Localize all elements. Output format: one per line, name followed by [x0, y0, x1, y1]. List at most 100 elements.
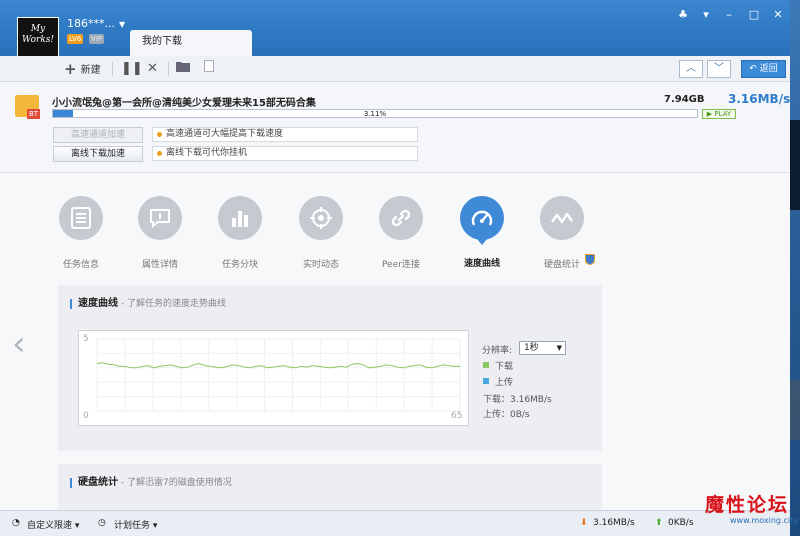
speed-chart: 5 0 65: [78, 330, 469, 426]
back-label: 返回: [759, 64, 778, 74]
tab-disk-stats[interactable]: 硬盘统计: [532, 196, 592, 270]
accel-tip: 高速通道可大幅提高下载速度: [152, 127, 418, 142]
divider: [112, 62, 113, 76]
plus-icon: +: [64, 60, 77, 78]
task-speed: 3.16MB/s: [728, 92, 791, 106]
tab-label: 属性详情: [141, 260, 178, 270]
progress-bar: 3.11%: [52, 109, 698, 118]
tab-my-downloads[interactable]: 我的下载: [130, 30, 252, 56]
progress-text: 3.11%: [363, 110, 387, 118]
username-menu[interactable]: 186***... ▼: [67, 17, 125, 30]
resolution-value: 1秒: [524, 343, 539, 353]
panel-title: 硬盘统计 - 了解迅雷7的磁盘使用情况: [70, 478, 232, 488]
download-legend: 下载: [495, 362, 514, 372]
xunlei-window: My Works! 186***... ▼ LV6 VIP 我的下载 ♣ ▾ – …: [0, 0, 790, 536]
vip-badge: VIP: [89, 34, 105, 44]
resolution-label: 分辨率:: [482, 346, 513, 356]
bt-badge: BT: [27, 109, 41, 119]
detail-content: ‹ 任务信息 属性详情 任务分块 实时动态 Peer连接 速度曲线 硬盘统计 速…: [0, 174, 790, 510]
upload-value: 上传：0B/s: [483, 410, 530, 420]
menu-icon[interactable]: ▾: [697, 8, 715, 21]
resolution-select[interactable]: 1秒 ▼: [519, 341, 566, 355]
tab-task-info[interactable]: 任务信息: [51, 196, 111, 270]
task-info: BT 小小流氓兔@第一会所@清纯美少女爱理未来15部无码合集 7.94GB 3.…: [0, 83, 790, 173]
avatar-text: My Works!: [21, 24, 55, 45]
upload-legend: 上传: [495, 378, 514, 388]
delete-button[interactable]: ✕: [147, 60, 158, 78]
x-axis-max: 65: [451, 411, 463, 421]
custom-limit-button[interactable]: 自定义限速 ▾: [27, 518, 79, 531]
play-icon: ▶: [706, 110, 713, 118]
folder-icon[interactable]: [176, 60, 190, 78]
back-icon: ↶: [749, 64, 760, 74]
clock-icon: ◷: [98, 518, 106, 528]
watermark-url: www.moxing.city: [730, 516, 799, 525]
status-up-speed: 0KB/s: [668, 518, 694, 528]
skin-icon[interactable]: ♣: [674, 8, 692, 21]
speed-curve-panel: 速度曲线 - 了解任务的速度走势曲线 5 0 65 分辨率: 1秒 ▼ 下载 上传…: [58, 285, 602, 451]
watermark-logo: 魔性论坛: [705, 494, 790, 516]
chevron-down-icon: ▼: [556, 344, 562, 352]
panel-subtitle: - 了解迅雷7的磁盘使用情况: [118, 478, 232, 488]
tab-blocks[interactable]: 任务分块: [210, 196, 270, 270]
minimize-icon[interactable]: –: [720, 8, 738, 21]
move-up-button[interactable]: ︿: [679, 60, 703, 78]
tab-label: 速度曲线: [463, 259, 500, 269]
offline-accel-button[interactable]: 离线下载加速: [53, 146, 143, 162]
desktop-shadow-2: [790, 380, 800, 440]
target-icon: [299, 196, 343, 240]
tab-peer[interactable]: Peer连接: [371, 196, 431, 270]
status-down-speed: 3.16MB/s: [593, 518, 635, 528]
pause-button[interactable]: ❚❚: [121, 60, 143, 78]
list-icon: [59, 196, 103, 240]
new-task-label: 新建: [80, 65, 101, 76]
tab-label: 任务分块: [221, 260, 258, 270]
active-pointer: [477, 239, 487, 245]
panel-subtitle: - 了解任务的速度走势曲线: [118, 299, 226, 309]
back-button[interactable]: ↶ 返回: [741, 60, 786, 78]
download-series-line: [96, 362, 460, 369]
avatar[interactable]: My Works!: [17, 17, 59, 59]
tab-label: 任务信息: [62, 260, 99, 270]
tab-label: 硬盘统计: [543, 260, 580, 270]
panel-title-text: 速度曲线: [78, 298, 118, 309]
download-arrow-icon: ⬇: [580, 518, 588, 528]
move-down-button[interactable]: ﹀: [707, 60, 731, 78]
maximize-icon[interactable]: □: [745, 8, 763, 21]
task-size: 7.94GB: [664, 94, 705, 105]
tab-realtime[interactable]: 实时动态: [291, 196, 351, 270]
tab-label: 实时动态: [302, 260, 339, 270]
plan-task-button[interactable]: 计划任务 ▾: [114, 518, 157, 531]
toolbar: + 新建 ❚❚ ✕ ︿ ﹀ ↶ 返回: [0, 56, 790, 82]
tab-speed-curve[interactable]: 速度曲线: [452, 196, 512, 269]
download-legend-swatch: [483, 362, 489, 368]
panel-title-text: 硬盘统计: [78, 477, 118, 488]
upload-legend-swatch: [483, 378, 489, 384]
panel-title: 速度曲线 - 了解任务的速度走势曲线: [70, 299, 226, 309]
new-task-button[interactable]: + 新建: [64, 60, 101, 78]
speedometer-icon: [460, 196, 504, 240]
chevron-down-icon: ▼: [119, 20, 126, 29]
play-button[interactable]: ▶ PLAY: [702, 109, 736, 119]
offline-tip: 离线下载可代你挂机: [152, 146, 418, 161]
status-bar: ◔ 自定义限速 ▾ ◷ 计划任务 ▾ ⬇ 3.16MB/s ⬆ 0KB/s: [0, 510, 790, 536]
accel-button[interactable]: 高速通道加速: [53, 127, 143, 143]
file-icon[interactable]: [204, 60, 214, 78]
task-name: 小小流氓兔@第一会所@清纯美少女爱理未来15部无码合集: [52, 98, 316, 109]
disk-stats-panel: 硬盘统计 - 了解迅雷7的磁盘使用情况: [58, 464, 602, 510]
speed-chart-svg: [96, 338, 461, 412]
chat-icon: [138, 196, 182, 240]
chevron-left-icon[interactable]: ‹: [12, 324, 26, 364]
plan-task-label: 计划任务: [114, 521, 151, 531]
y-axis-max: 5: [83, 334, 89, 344]
limit-icon: ◔: [12, 518, 20, 528]
y-axis-min: 0: [83, 411, 89, 421]
level-badge: LV6: [67, 34, 84, 44]
shield-icon: [585, 254, 595, 265]
username: 186***...: [67, 17, 115, 30]
download-value: 下载：3.16MB/s: [483, 395, 552, 405]
title-bar: My Works! 186***... ▼ LV6 VIP 我的下载 ♣ ▾ – …: [0, 0, 790, 59]
tab-properties[interactable]: 属性详情: [130, 196, 190, 270]
close-icon[interactable]: ✕: [769, 8, 787, 21]
bars-icon: [218, 196, 262, 240]
